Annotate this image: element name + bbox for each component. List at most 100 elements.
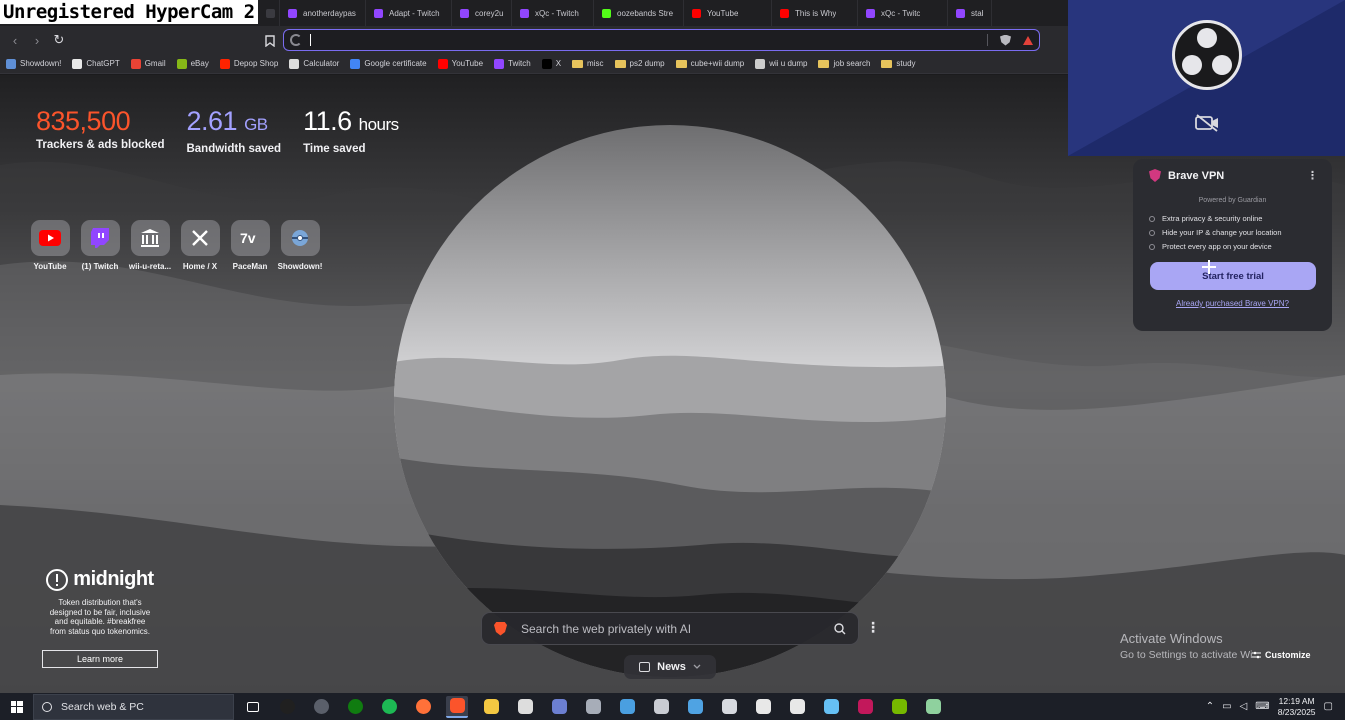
brave-shields-icon[interactable]	[1000, 34, 1011, 46]
browser-toolbar: ‹ › ↻	[0, 26, 1068, 54]
tab-favicon-icon	[866, 8, 875, 18]
app-bird-icon[interactable]	[684, 696, 706, 718]
task-view-icon[interactable]	[242, 696, 264, 718]
start-free-trial-button[interactable]: Start free trial	[1150, 262, 1316, 290]
paceman-icon: 7v	[230, 220, 270, 256]
learn-more-button[interactable]: Learn more	[42, 650, 158, 668]
network-icon[interactable]: ▭	[1222, 701, 1231, 712]
activate-subtitle: Go to Settings to activate Wi	[1120, 649, 1253, 661]
spotify-icon[interactable]	[378, 696, 400, 718]
app-shield-icon[interactable]	[650, 696, 672, 718]
bookmark-item[interactable]: Twitch	[494, 58, 531, 69]
mail-icon[interactable]	[616, 696, 638, 718]
steam-icon[interactable]	[820, 696, 842, 718]
bookmark-item[interactable]: misc	[572, 59, 604, 68]
already-purchased-link[interactable]: Already purchased Brave VPN?	[1149, 299, 1316, 308]
reload-button[interactable]: ↻	[48, 29, 70, 51]
top-site-tile[interactable]: Showdown!	[278, 220, 322, 271]
bookmark-favicon-icon	[494, 58, 505, 69]
tab-favicon-icon	[520, 8, 529, 18]
search-box[interactable]: Search the web privately with AI	[481, 612, 859, 645]
app-gray-icon[interactable]	[582, 696, 604, 718]
address-bar[interactable]	[283, 29, 1040, 51]
vpn-menu-button[interactable]: ⋮	[1307, 169, 1318, 182]
clock[interactable]: 12:19 AM 8/23/2025	[1278, 696, 1316, 718]
app-cloud-icon[interactable]	[718, 696, 740, 718]
brave-icon[interactable]	[446, 695, 468, 718]
4k-icon[interactable]	[310, 696, 332, 718]
nvidia-icon[interactable]	[888, 696, 910, 718]
bookmark-item[interactable]: job search	[818, 59, 870, 68]
bookmark-item[interactable]: YouTube	[437, 58, 483, 69]
vpn-header: Brave VPN	[1149, 169, 1316, 182]
bookmark-item[interactable]: wii u dump	[755, 58, 807, 69]
firefox-icon[interactable]	[412, 696, 434, 718]
app-blue-icon[interactable]	[548, 696, 570, 718]
obs-icon[interactable]	[276, 696, 298, 718]
top-site-tile[interactable]: (1) Twitch	[80, 220, 120, 271]
obs-webcam-overlay	[1068, 0, 1345, 156]
bookmark-item[interactable]: cube+wii dump	[675, 59, 744, 68]
bookmark-item[interactable]: study	[881, 59, 916, 68]
tab-label: oozebands Stre	[617, 8, 674, 18]
browser-tab[interactable]: oozebands Stre	[594, 0, 684, 26]
top-site-tile[interactable]: Home / X	[180, 220, 220, 271]
bookmark-item[interactable]: ChatGPT	[72, 58, 120, 69]
bookmark-item[interactable]: Showdown!	[6, 58, 61, 69]
browser-tab[interactable]: Adapt - Twitch	[366, 0, 452, 26]
chevron-up-icon[interactable]: ⌃	[1206, 701, 1214, 712]
privacy-stats: 835,500 Trackers & ads blocked 2.61 GB Band…	[36, 106, 399, 155]
taskbar-search[interactable]: Search web & PC	[33, 693, 234, 720]
stat-label: Bandwidth saved	[186, 143, 282, 155]
bookmark-item[interactable]: X	[541, 58, 561, 69]
app-red-icon[interactable]	[854, 696, 876, 718]
browser-tab[interactable]: on	[258, 0, 280, 26]
language-icon[interactable]: ⌨	[1255, 701, 1269, 712]
sponsor-logo[interactable]: midnight	[41, 568, 159, 591]
bookmark-item[interactable]: eBay	[176, 58, 209, 69]
browser-tab[interactable]: xQc - Twitch	[512, 0, 594, 26]
bookmark-page-button[interactable]	[259, 30, 281, 52]
sponsored-card: midnight Token distribution that's desig…	[41, 568, 159, 668]
volume-icon[interactable]: ◁	[1240, 701, 1248, 712]
app-g-icon[interactable]	[752, 696, 774, 718]
app-green-icon[interactable]	[922, 696, 944, 718]
customize-button[interactable]: Customize	[1252, 650, 1311, 660]
bookmark-label: Twitch	[508, 59, 531, 68]
bookmark-item[interactable]: Calculator	[289, 58, 339, 69]
back-button[interactable]: ‹	[4, 29, 26, 51]
top-site-tile[interactable]: 7v PaceMan	[230, 220, 270, 271]
app-box-icon[interactable]	[786, 696, 808, 718]
news-button[interactable]: News	[624, 655, 716, 679]
notifications-icon[interactable]: ▢	[1324, 701, 1333, 712]
xbox-icon[interactable]	[344, 696, 366, 718]
browser-tab[interactable]: xQc - Twitc	[858, 0, 948, 26]
bookmark-item[interactable]: Depop Shop	[219, 58, 278, 69]
bookmark-item[interactable]: Google certificate	[350, 58, 427, 69]
top-site-tile[interactable]: wii-u-reta...	[129, 220, 171, 271]
browser-tab[interactable]: This is Why	[772, 0, 858, 26]
forward-button[interactable]: ›	[26, 29, 48, 51]
divider	[987, 34, 988, 46]
start-button[interactable]	[0, 693, 33, 720]
browser-tab[interactable]: anotherdaypas	[280, 0, 366, 26]
bookmark-item[interactable]: ps2 dump	[614, 59, 665, 68]
search-options-button[interactable]: ⋮	[866, 620, 880, 634]
tab-favicon-icon	[460, 8, 469, 18]
file-explorer-icon[interactable]	[480, 696, 502, 718]
tab-favicon-icon	[602, 8, 611, 18]
address-input[interactable]	[310, 34, 987, 46]
bookmark-item[interactable]: Gmail	[130, 58, 166, 69]
mouse-cursor	[1202, 260, 1216, 274]
settings-icon[interactable]	[514, 696, 536, 718]
brave-rewards-icon[interactable]	[1023, 35, 1033, 45]
search-icon[interactable]	[834, 622, 846, 635]
browser-tab[interactable]: corey2u - Twitc	[452, 0, 512, 26]
tab-favicon-icon	[374, 8, 383, 18]
tab-favicon-icon	[266, 8, 275, 18]
stat-value: 11.6 hours	[303, 106, 399, 140]
top-site-tile[interactable]: YouTube	[30, 220, 70, 271]
browser-tab[interactable]: stabl	[948, 0, 992, 26]
sponsor-brand: midnight	[73, 568, 154, 590]
browser-tab[interactable]: YouTube	[684, 0, 772, 26]
